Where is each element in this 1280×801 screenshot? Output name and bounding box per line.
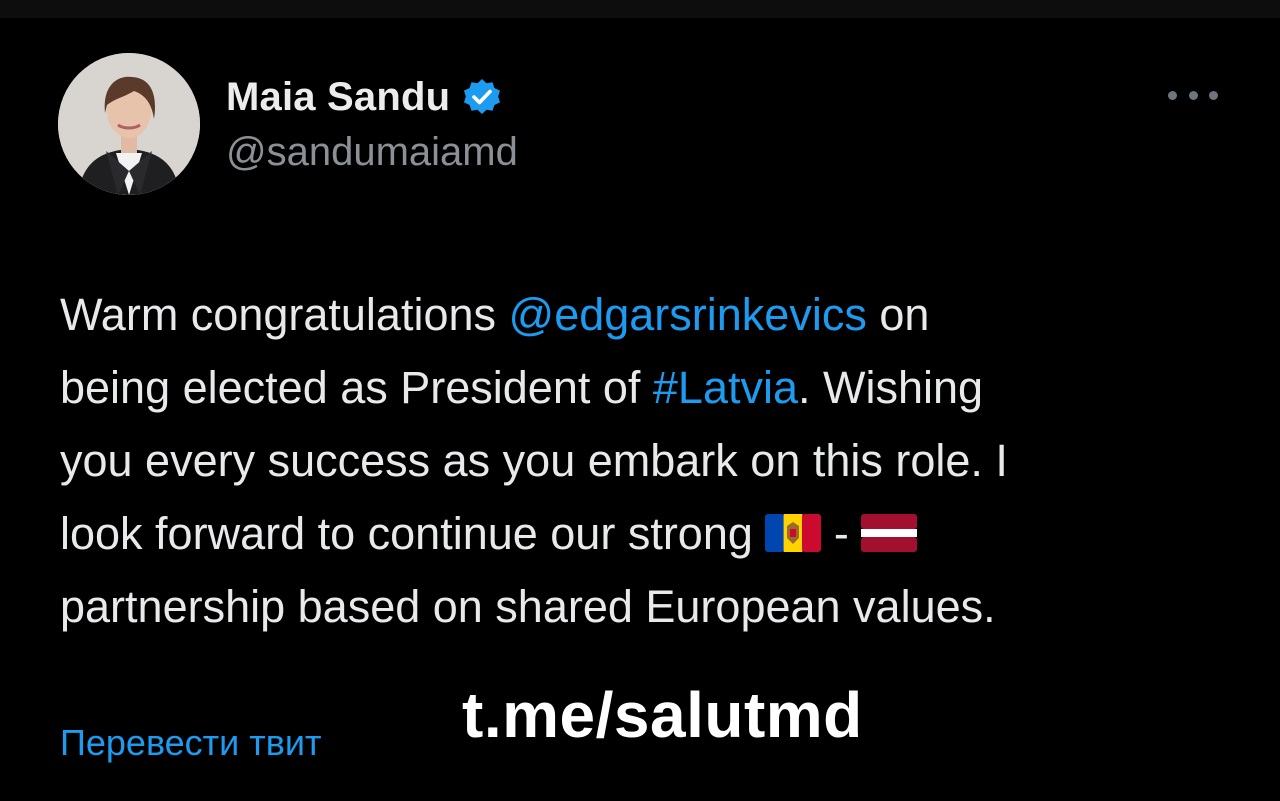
tweet-line: you every success as you embark on this …	[60, 435, 1008, 486]
mention-link[interactable]: @edgarsrinkevics	[509, 289, 867, 340]
watermark-text: t.me/salutmd	[462, 679, 863, 751]
latvia-flag-icon	[861, 514, 918, 553]
tweet-line: partnership based on shared European val…	[60, 581, 996, 632]
translate-tweet-link[interactable]: Перевести твит	[60, 722, 322, 764]
verified-badge-icon	[464, 79, 501, 114]
hashtag-link[interactable]: #Latvia	[653, 362, 798, 413]
tweet-line: being elected as President of #Latvia. W…	[60, 362, 984, 413]
avatar[interactable]	[58, 53, 200, 195]
tweet-line: look forward to continue our strong -	[60, 497, 1220, 570]
more-options-button[interactable]	[1168, 80, 1218, 110]
avatar-portrait-image	[58, 53, 200, 195]
author-handle[interactable]: @sandumaiamd	[226, 130, 518, 175]
tweet-line: Warm congratulations @edgarsrinkevics on	[60, 289, 930, 340]
more-dots-icon	[1168, 90, 1177, 100]
tweet-text: Warm congratulations @edgarsrinkevics on…	[60, 278, 1220, 643]
moldova-flag-icon	[765, 514, 822, 553]
author-name[interactable]: Maia Sandu	[226, 75, 450, 120]
author-name-row: Maia Sandu	[226, 70, 502, 124]
status-strip	[0, 0, 1280, 18]
